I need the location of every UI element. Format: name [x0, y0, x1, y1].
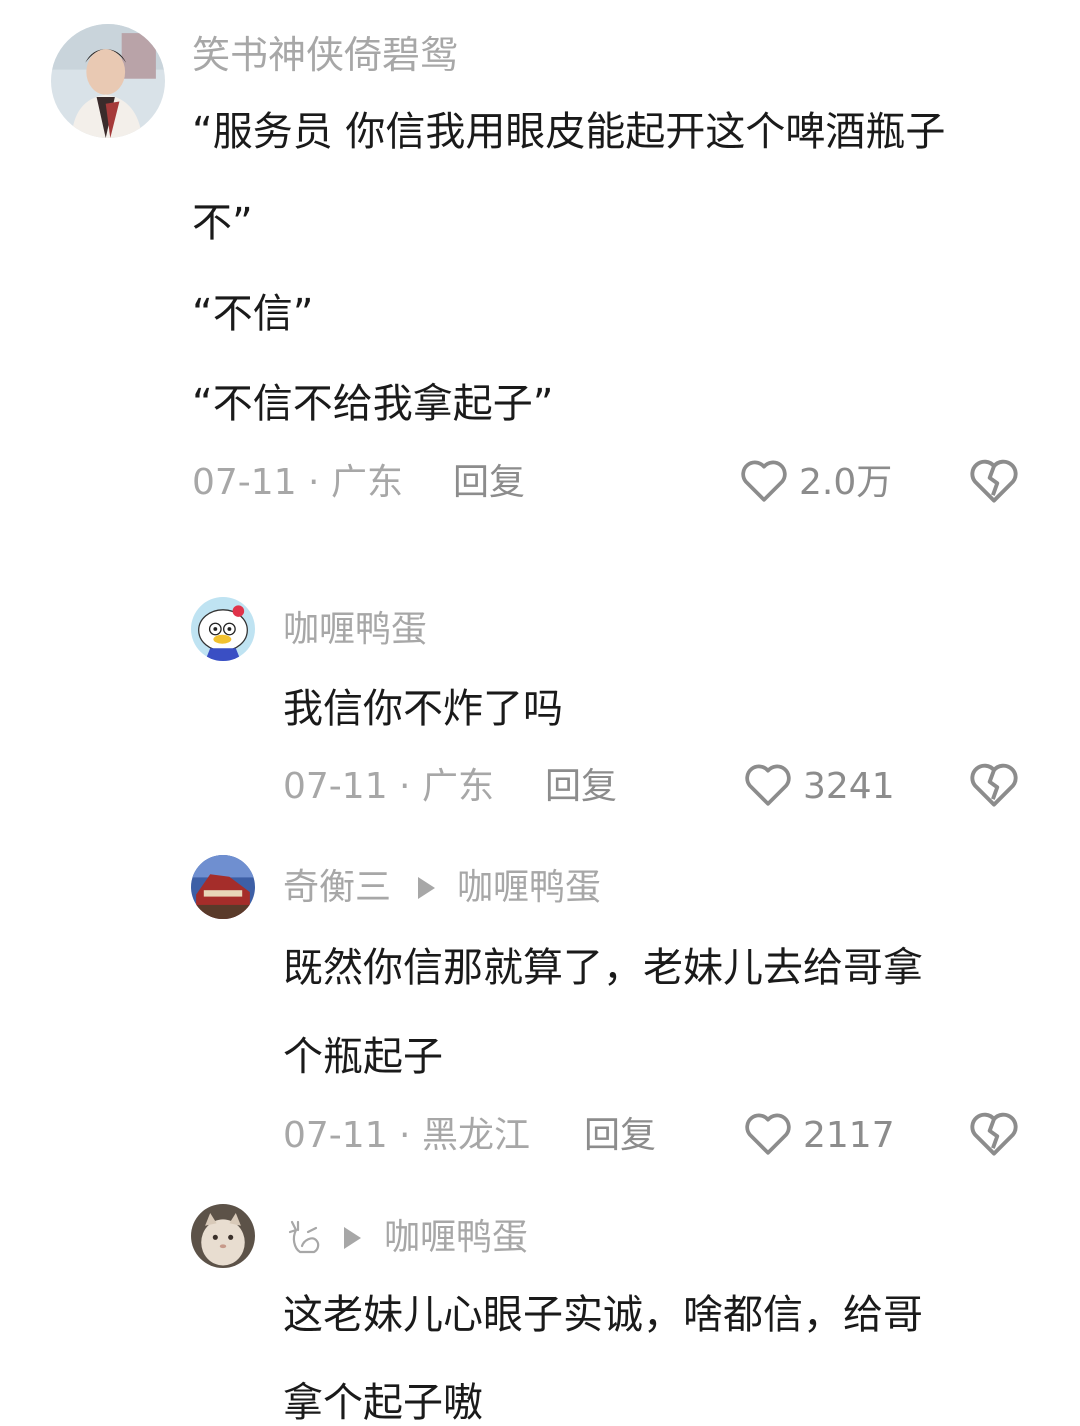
heart-outline-icon[interactable]: [739, 457, 789, 503]
reply-button[interactable]: 回复: [545, 769, 617, 805]
username[interactable]: 咖喱鸭蛋: [283, 612, 427, 648]
play-triangle-icon: [418, 877, 435, 899]
comment-date-location: 07-11 · 黑龙江: [283, 1115, 530, 1156]
comment-text: “不信不给我拿起子”: [192, 381, 554, 427]
like-count: 2.0万: [799, 462, 893, 503]
comment-thread: 笑书神侠倚碧鸳 “服务员 你信我用眼皮能起开这个啤酒瓶子 不” “不信” “不信…: [0, 0, 1080, 1426]
reply-button[interactable]: 回复: [453, 465, 525, 501]
avatar[interactable]: [51, 24, 165, 138]
like-count: 2117: [803, 1115, 895, 1156]
comment-text: 个瓶起子: [283, 1034, 443, 1080]
broken-heart-icon[interactable]: [968, 1109, 1020, 1157]
avatar[interactable]: [191, 597, 255, 661]
comment-text: 不”: [192, 200, 253, 246]
username[interactable]: 笑书神侠倚碧鸳: [192, 36, 458, 74]
comment-text: “不信”: [192, 291, 314, 337]
reply-to-username[interactable]: 咖喱鸭蛋: [384, 1220, 528, 1256]
comment-text: 这老妹儿心眼子实诚，啥都信，给哥: [283, 1292, 923, 1338]
heart-outline-icon[interactable]: [743, 1110, 793, 1156]
avatar-image: [51, 24, 165, 138]
username[interactable]: 奇衡三: [283, 870, 391, 906]
heart-outline-icon[interactable]: [743, 761, 793, 807]
like-count: 3241: [803, 766, 895, 807]
comment-text: 我信你不炸了吗: [283, 686, 563, 732]
avatar[interactable]: [191, 1204, 255, 1268]
comment-text: 既然你信那就算了，老妹儿去给哥拿: [283, 945, 923, 991]
reply-to-username[interactable]: 咖喱鸭蛋: [457, 870, 601, 906]
play-triangle-icon: [344, 1227, 361, 1249]
broken-heart-icon[interactable]: [968, 456, 1020, 504]
comment-date-location: 07-11 · 广东: [192, 462, 403, 503]
avatar-image: [191, 855, 255, 919]
comment-text: “服务员 你信我用眼皮能起开这个啤酒瓶子: [192, 109, 946, 155]
broken-heart-icon[interactable]: [968, 760, 1020, 808]
avatar[interactable]: [191, 855, 255, 919]
reply-button[interactable]: 回复: [584, 1118, 656, 1154]
comment-date-location: 07-11 · 广东: [283, 766, 494, 807]
avatar-image: [191, 597, 255, 661]
antler-username-icon[interactable]: [283, 1218, 325, 1258]
avatar-image: [191, 1204, 255, 1268]
comment-text: 拿个起子嗷: [283, 1380, 483, 1426]
